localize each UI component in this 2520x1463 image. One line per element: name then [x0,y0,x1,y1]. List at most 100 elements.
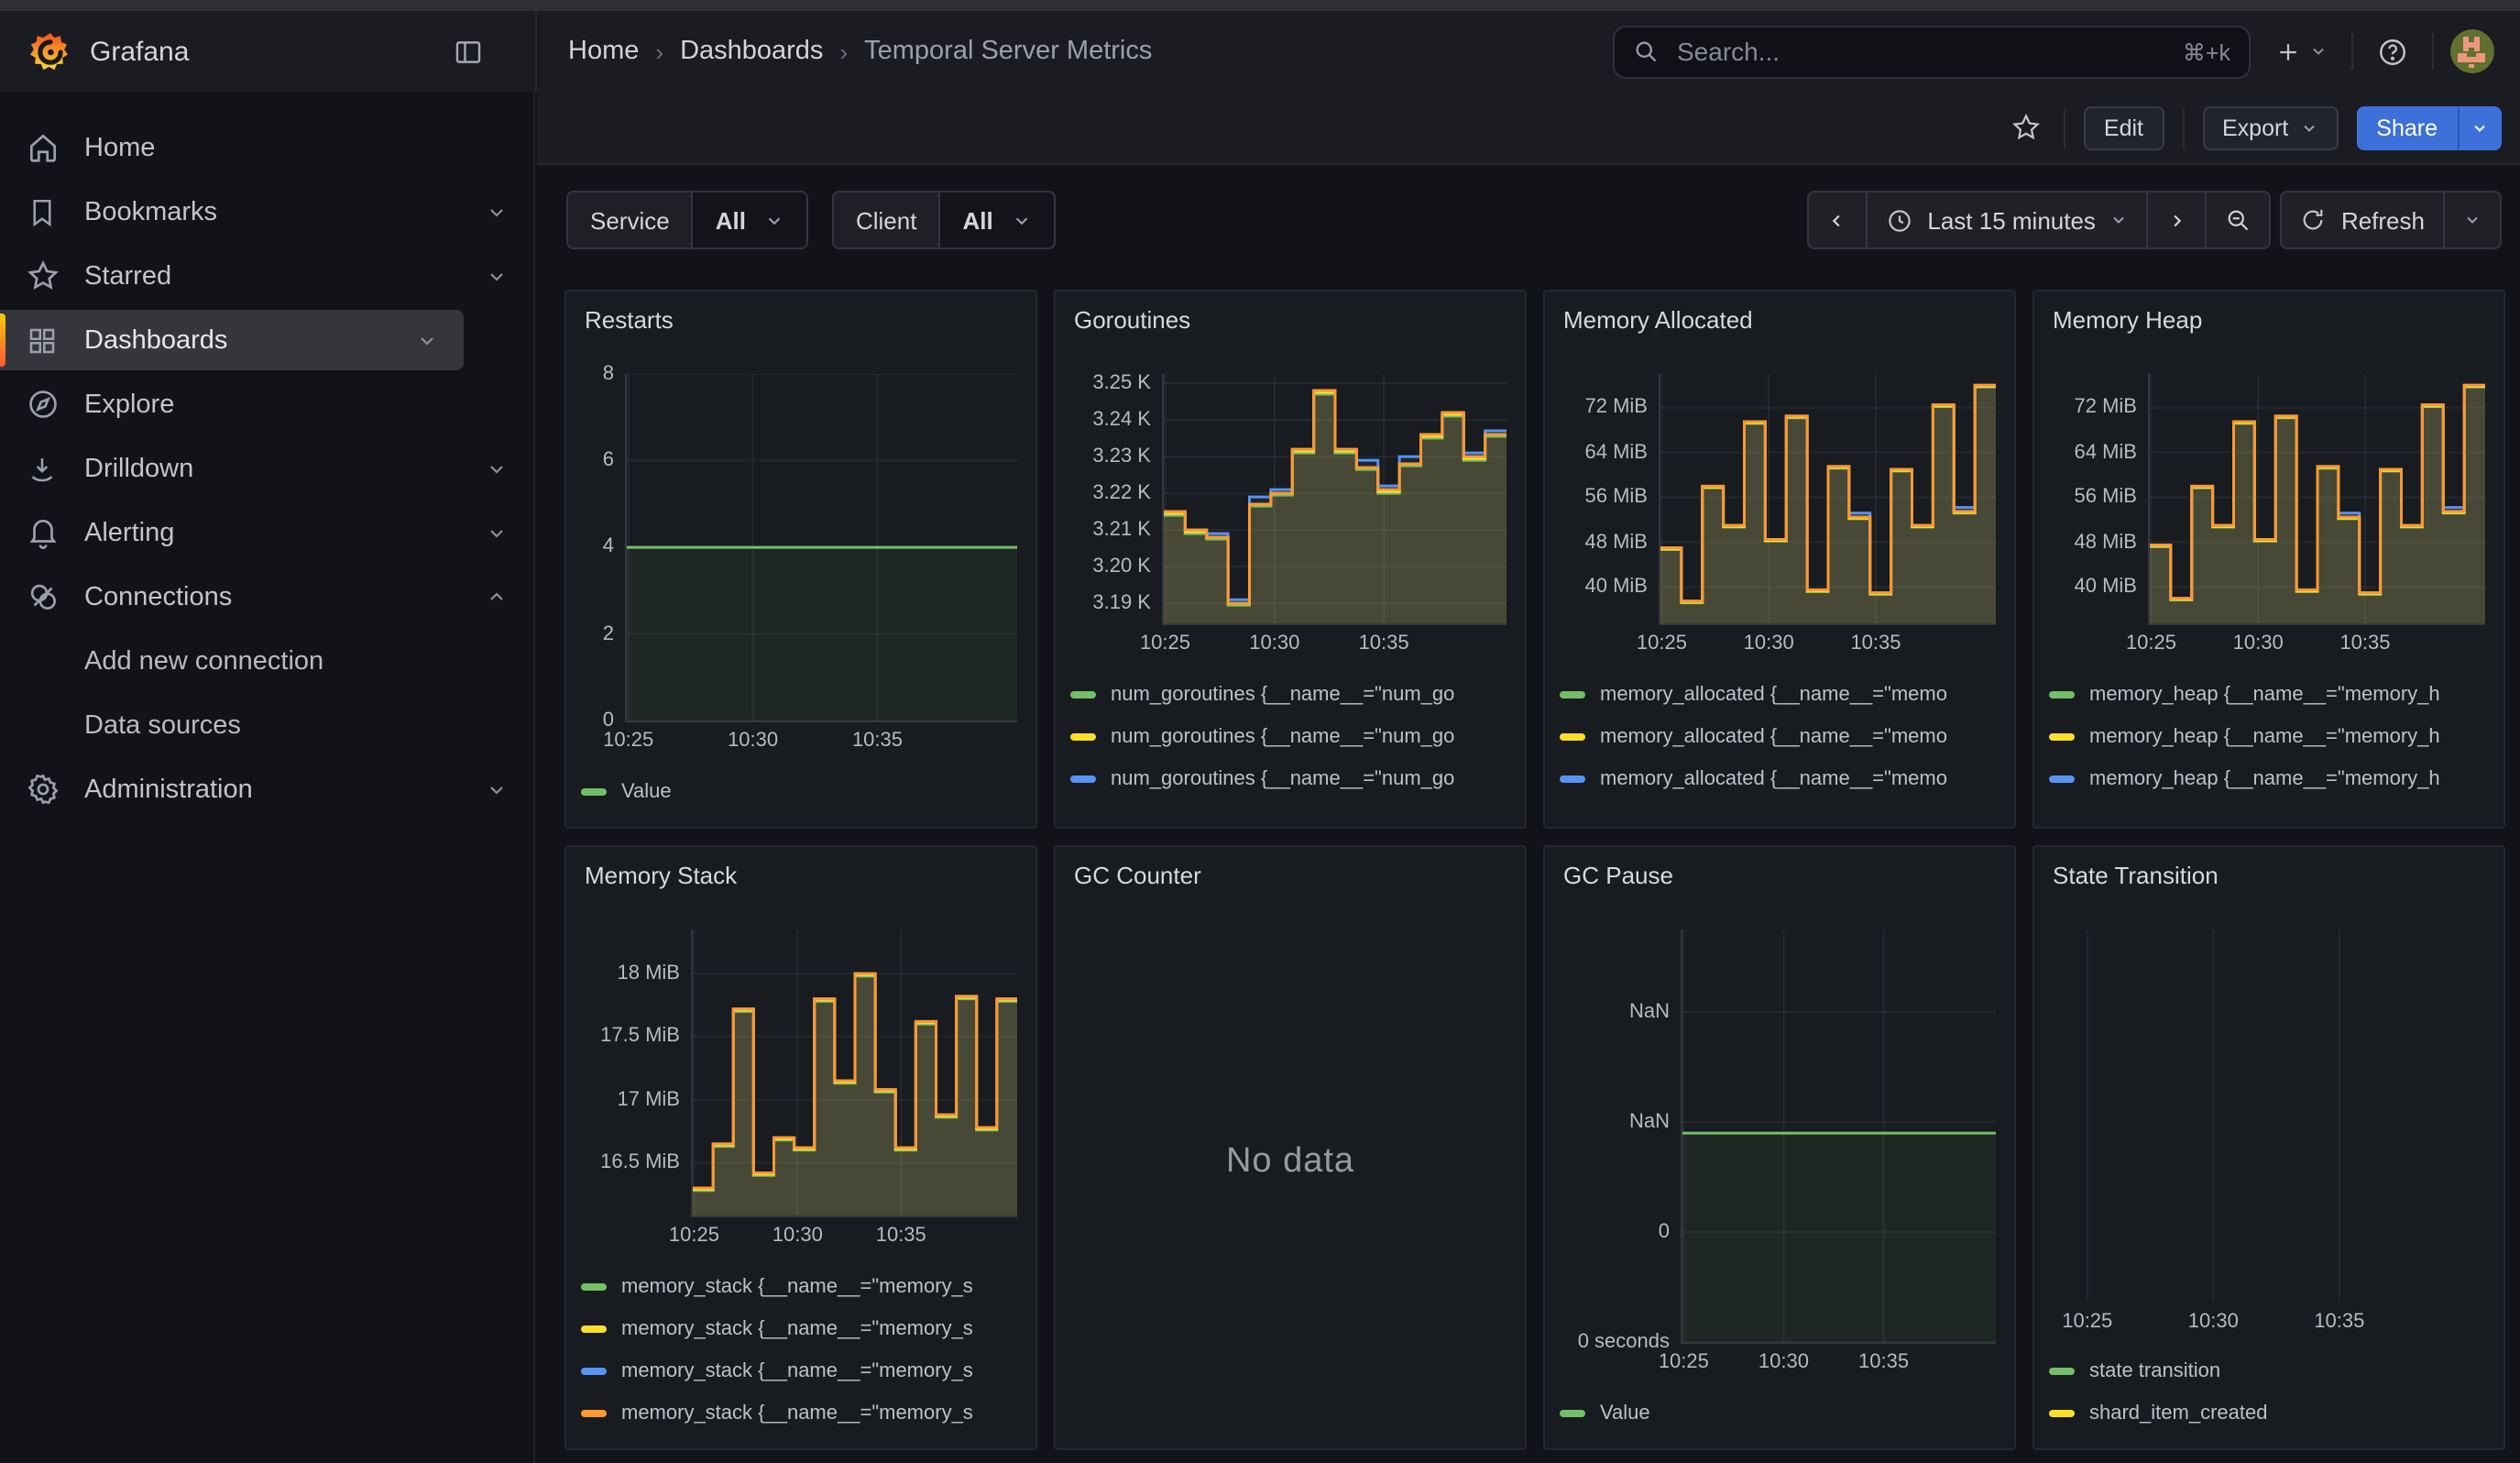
help-icon[interactable] [2370,28,2416,74]
legend: state transition shard_item_created [2049,1349,2489,1434]
legend-item[interactable]: Value [581,770,1021,812]
legend-series-swatch [1070,690,1096,698]
sidebar-item-home[interactable]: Home [0,117,533,178]
legend-item[interactable]: memory_heap {__name__="memory_h [2049,673,2489,715]
legend-item[interactable]: num_goroutines {__name__="num_go [1070,715,1510,757]
legend-item[interactable]: shard_item_created [2049,1392,2489,1434]
favorite-star-icon[interactable] [2007,108,2045,147]
breadcrumb-home[interactable]: Home [568,37,639,66]
nav-divider [2351,33,2353,70]
time-series-chart: 0 seconds0NaNNaN10:2510:3010:35 [1560,926,2000,1384]
plot-area[interactable]: 40 MiB48 MiB56 MiB64 MiB72 MiB10:2510:30… [1659,374,1996,625]
sidebar-item-bookmarks[interactable]: Bookmarks [0,182,533,242]
legend-series-label: memory_stack {__name__="memory_s [621,1402,973,1424]
panel-memory-heap[interactable]: Memory Heap40 MiB48 MiB56 MiB64 MiB72 Mi… [2032,290,2505,829]
bell-icon [24,515,60,550]
legend-series-swatch [2049,775,2075,782]
y-axis-tick: 56 MiB [2075,486,2138,508]
client-variable-value[interactable]: All [940,192,1053,248]
service-variable-label: Service [568,192,694,248]
sidebar-item-label: Home [84,133,533,162]
chevron-down-icon [486,265,508,287]
sidebar-item-data-sources[interactable]: Data sources [0,695,533,755]
refresh-interval-button[interactable] [2445,191,2502,249]
search-box[interactable]: ⌘+k [1613,25,2251,78]
panel-memory-allocated[interactable]: Memory Allocated40 MiB48 MiB56 MiB64 MiB… [1543,290,2016,829]
search-input[interactable] [1673,35,2168,68]
legend-series-label: memory_heap {__name__="memory_h [2089,809,2440,812]
panel-goroutines[interactable]: Goroutines3.19 K3.20 K3.21 K3.22 K3.23 K… [1054,290,1527,829]
legend-item[interactable]: memory_heap {__name__="memory_h [2049,799,2489,812]
export-button[interactable]: Export [2202,105,2338,149]
y-axis-tick: 3.22 K [1092,482,1151,504]
chevron-down-icon [486,778,508,800]
x-axis-tick: 10:25 [1637,632,1687,654]
edit-button[interactable]: Edit [2084,105,2164,149]
legend-item[interactable]: memory_stack {__name__="memory_s [581,1392,1021,1434]
legend-series-swatch [2049,732,2075,740]
legend: memory_heap {__name__="memory_hmemory_he… [2049,673,2489,812]
legend-item[interactable]: memory_stack {__name__="memory_s [581,1349,1021,1392]
client-variable: Client All [832,191,1056,249]
legend-series-label: shard_item_created [2089,1402,2267,1424]
user-avatar[interactable] [2450,29,2494,73]
legend-item[interactable]: state transition [2049,1349,2489,1392]
time-shift-forward-button[interactable] [2149,191,2208,249]
plot-area[interactable]: 0246810:2510:3010:35 [625,374,1017,722]
legend-item[interactable]: memory_allocated {__name__="memo [1560,799,2000,812]
dashboards-icon [24,324,60,357]
service-variable-value[interactable]: All [694,192,806,248]
share-menu-button[interactable] [2458,105,2502,149]
plot-area[interactable]: 0 seconds0NaNNaN10:2510:3010:35 [1681,930,1996,1344]
legend-item[interactable]: memory_heap {__name__="memory_h [2049,757,2489,799]
selected-accent-bar [0,314,5,367]
sidebar-item-alerting[interactable]: Alerting [0,502,533,563]
y-axis-tick: 6 [603,449,614,471]
legend-item[interactable]: memory_stack {__name__="memory_s [581,1265,1021,1307]
plot-area[interactable]: 40 MiB48 MiB56 MiB64 MiB72 MiB10:2510:30… [2148,374,2485,625]
plot-area[interactable]: 16.5 MiB17 MiB17.5 MiB18 MiB10:2510:3010… [691,930,1017,1217]
refresh-button[interactable]: Refresh [2281,191,2445,249]
sidebar-item-dashboards[interactable]: Dashboards [0,310,464,370]
time-range-picker[interactable]: Last 15 minutes [1867,191,2149,249]
legend-series-label: state transition [2089,1359,2220,1381]
legend-item[interactable]: Value [1560,1392,2000,1434]
sidebar-item-starred[interactable]: Starred [0,246,533,306]
sidebar-item-drilldown[interactable]: Drilldown [0,438,533,499]
zoom-out-button[interactable] [2208,191,2272,249]
home-icon [24,130,60,165]
legend-item[interactable]: memory_allocated {__name__="memo [1560,757,2000,799]
compass-icon [24,387,60,422]
legend-item[interactable]: num_goroutines {__name__="num_go [1070,673,1510,715]
legend-item[interactable]: memory_stack {__name__="memory_s [581,1307,1021,1349]
toggle-sidebar-icon[interactable] [453,36,484,67]
dashboard-canvas: Service All Client All [537,167,2520,1463]
sidebar-item-add-new-connection[interactable]: Add new connection [0,631,533,691]
sidebar-item-explore[interactable]: Explore [0,374,533,434]
legend-item[interactable]: memory_allocated {__name__="memo [1560,715,2000,757]
chevron-down-icon [2110,211,2129,229]
service-selected-value: All [716,206,746,234]
time-shift-back-button[interactable] [1806,191,1867,249]
panel-state-transition[interactable]: State Transition10:2510:3010:35state tra… [2032,845,2505,1450]
legend-series-swatch [1560,1409,1585,1416]
add-new-button[interactable] [2267,30,2335,72]
panel-gc-counter[interactable]: GC CounterNo data [1054,845,1527,1450]
plot-area[interactable]: 3.19 K3.20 K3.21 K3.22 K3.23 K3.24 K3.25… [1162,374,1507,625]
share-button[interactable]: Share [2356,105,2458,149]
sidebar-item-administration[interactable]: Administration [0,759,533,820]
y-axis-tick: NaN [1629,1001,1670,1023]
legend-item[interactable]: memory_heap {__name__="memory_h [2049,715,2489,757]
panel-gc-pause[interactable]: GC Pause0 seconds0NaNNaN10:2510:3010:35V… [1543,845,2016,1450]
breadcrumb-dashboards[interactable]: Dashboards [680,37,823,66]
sidebar-item-connections[interactable]: Connections [0,566,533,627]
legend-item[interactable]: num_goroutines {__name__="num_go [1070,799,1510,812]
chevron-down-icon [2471,118,2489,137]
x-axis-tick: 10:25 [603,730,653,752]
panel-memory-stack[interactable]: Memory Stack16.5 MiB17 MiB17.5 MiB18 MiB… [564,845,1037,1450]
plot-area[interactable]: 10:2510:3010:35 [2064,930,2485,1302]
panel-restarts[interactable]: Restarts0246810:2510:3010:35Value [564,290,1037,829]
panel-body: 0 seconds0NaNNaN10:2510:3010:35 Value [1560,893,2000,1434]
legend-item[interactable]: num_goroutines {__name__="num_go [1070,757,1510,799]
legend-item[interactable]: memory_allocated {__name__="memo [1560,673,2000,715]
